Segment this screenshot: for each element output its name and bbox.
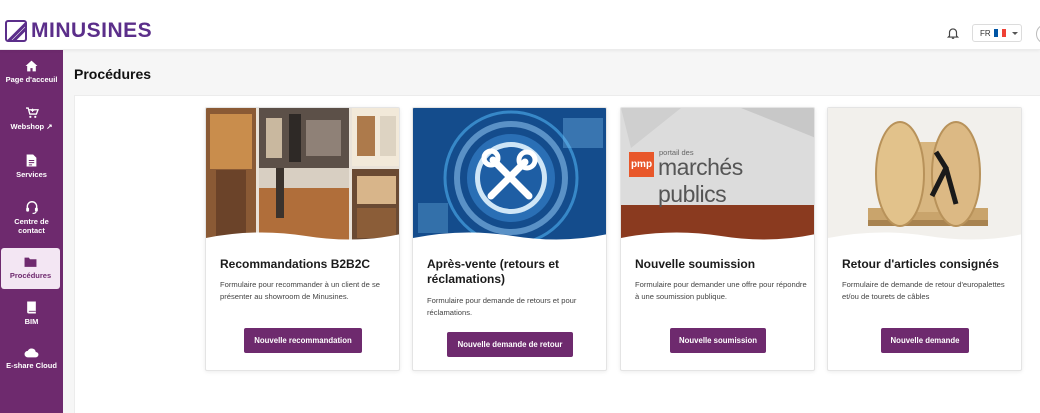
- card-apres-vente: Après-vente (retours et réclamations) Fo…: [412, 107, 607, 371]
- card-wave: [413, 232, 606, 246]
- logo[interactable]: MINUSINES: [5, 19, 152, 43]
- tools-tech-illustration: [413, 108, 606, 241]
- card-recommandations: Recommandations B2B2C Formulaire pour re…: [205, 107, 400, 371]
- card-articles-consignes: Retour d'articles consignés Formulaire d…: [827, 107, 1022, 371]
- new-submission-button[interactable]: Nouvelle soumission: [670, 328, 766, 353]
- sidebar-item-bim[interactable]: BIM: [0, 301, 63, 331]
- card-description: Formulaire pour demande de retours et po…: [427, 296, 577, 317]
- banner-big-text: marchés publics: [658, 154, 743, 207]
- new-return-request-button[interactable]: Nouvelle demande de retour: [447, 332, 573, 357]
- card-soumission: pmp portail des marchés publics Nouvelle…: [620, 107, 815, 371]
- sidebar-item-home[interactable]: Page d'acceuil: [0, 60, 63, 94]
- sidebar-item-label: E-share Cloud: [6, 361, 57, 370]
- sidebar-item-label: Procédures: [9, 271, 52, 280]
- pmp-logo-icon: pmp: [629, 152, 654, 177]
- avatar[interactable]: [1036, 24, 1040, 44]
- card-wave: [828, 232, 1021, 246]
- chevron-down-icon: [1011, 31, 1018, 35]
- card-description: Formulaire de demande de retour d'europa…: [842, 280, 1005, 301]
- new-request-button[interactable]: Nouvelle demande: [881, 328, 969, 353]
- sidebar-item-label: Services: [16, 170, 47, 179]
- headset-icon: [25, 201, 38, 214]
- page-title: Procédures: [74, 66, 152, 82]
- flag-fr-icon: [993, 29, 1006, 37]
- new-recommendation-button[interactable]: Nouvelle recommandation: [244, 328, 362, 353]
- sidebar-item-webshop[interactable]: Webshop ↗: [0, 107, 63, 137]
- cable-reel-photo: [828, 108, 1021, 241]
- card-title: Après-vente (retours et réclamations): [427, 257, 560, 286]
- sidebar-item-eshare[interactable]: E-share Cloud: [0, 347, 63, 373]
- sidebar-item-procedures[interactable]: Procédures: [1, 248, 60, 289]
- card-title: Recommandations B2B2C: [220, 257, 371, 271]
- sidebar: Page d'acceuil Webshop ↗ Services Centre…: [0, 50, 63, 413]
- logo-mark-icon: [5, 20, 27, 42]
- card-title: Nouvelle soumission: [635, 257, 756, 271]
- marches-publics-banner: pmp portail des marchés publics: [621, 108, 814, 241]
- sidebar-item-label: Webshop ↗: [10, 122, 53, 131]
- card-description: Formulaire pour recommander à un client …: [220, 280, 380, 301]
- card-wave: [206, 232, 399, 246]
- card-wave: [621, 232, 814, 246]
- document-icon: [26, 154, 37, 167]
- sidebar-item-contact[interactable]: Centre de contact: [0, 200, 63, 236]
- bell-icon[interactable]: [946, 26, 960, 40]
- logo-text: MINUSINES: [31, 19, 153, 42]
- cloud-icon: [24, 348, 39, 358]
- sidebar-item-services[interactable]: Services: [0, 154, 63, 184]
- sidebar-item-label: Page d'acceuil: [5, 75, 58, 84]
- cart-icon: [25, 107, 39, 118]
- folder-icon: [24, 257, 37, 267]
- home-icon: [25, 60, 38, 72]
- top-bar: MINUSINES FR: [0, 0, 1040, 50]
- showroom-photo: [206, 108, 399, 241]
- sidebar-item-label: BIM: [24, 317, 39, 326]
- sidebar-item-label: Centre de contact: [14, 217, 49, 235]
- card-description: Formulaire pour demander une offre pour …: [635, 280, 807, 301]
- card-title: Retour d'articles consignés: [842, 257, 999, 271]
- language-selector[interactable]: FR: [972, 24, 1022, 42]
- language-code: FR: [980, 28, 991, 38]
- book-icon: [27, 301, 36, 314]
